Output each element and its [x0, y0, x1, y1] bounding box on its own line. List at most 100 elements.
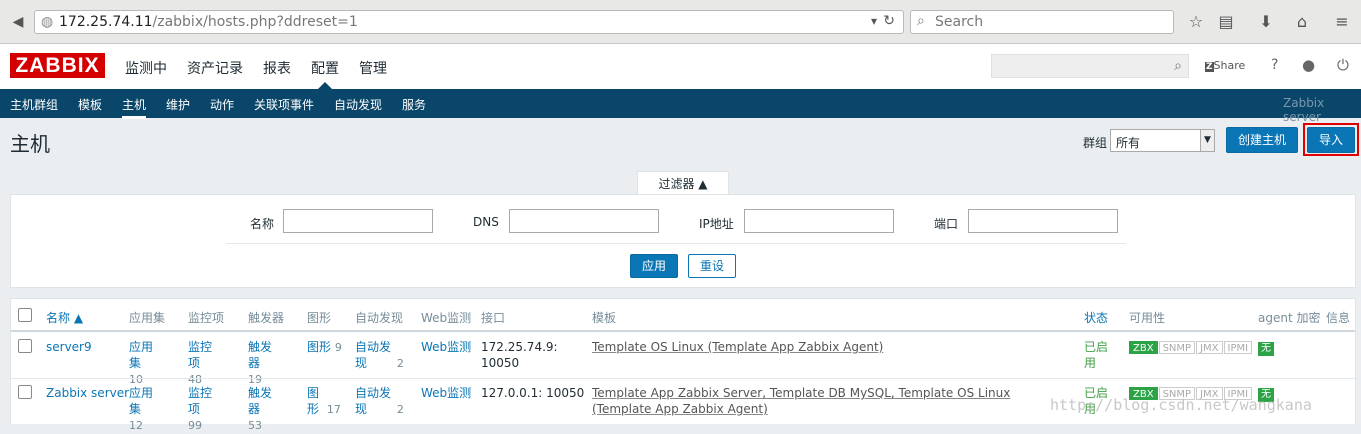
filter-apply-button[interactable]: 应用	[630, 254, 678, 278]
subnav-maintenance[interactable]: 维护	[166, 96, 190, 113]
filter-name-input[interactable]	[283, 209, 433, 233]
graphs-link[interactable]: 图形 17	[307, 385, 347, 418]
row-checkbox[interactable]	[18, 385, 32, 399]
triggers-label: 触发器	[248, 386, 273, 416]
graphs-label: 图形	[307, 386, 320, 416]
header-availability: 可用性	[1129, 311, 1166, 325]
filter-tab[interactable]: 过滤器 ▲	[637, 171, 729, 195]
subnav-correlation[interactable]: 关联项事件	[254, 96, 314, 113]
filter-port-input[interactable]	[968, 209, 1118, 233]
menu-inventory[interactable]: 资产记录	[187, 58, 243, 78]
search-input[interactable]: ⌕ Search	[910, 10, 1174, 34]
menu-monitoring[interactable]: 监测中	[125, 58, 167, 78]
discovery-label: 自动发现	[355, 340, 392, 370]
reading-list-icon[interactable]: ▤	[1216, 12, 1236, 32]
triggers-label: 触发器	[248, 340, 273, 370]
interface-value: 172.25.74.9: 10050	[481, 340, 558, 370]
header-status[interactable]: 状态	[1084, 309, 1108, 326]
subnav-discovery[interactable]: 自动发现	[334, 96, 382, 113]
discovery-link[interactable]: 自动发现 2	[355, 339, 405, 372]
templates-list[interactable]: Template App Zabbix Server, Template DB …	[592, 385, 1062, 417]
help-icon[interactable]: ?	[1271, 57, 1278, 73]
group-select[interactable]: 所有 ▼	[1110, 129, 1215, 152]
download-icon[interactable]: ⬇	[1256, 12, 1276, 32]
search-icon: ⌕	[917, 13, 925, 29]
active-menu-indicator	[318, 82, 332, 89]
header-graphs: 图形	[307, 311, 332, 325]
applications-count: 12	[129, 419, 143, 432]
encryption-badge: 无	[1258, 339, 1274, 356]
host-name-link[interactable]: Zabbix server	[46, 385, 129, 401]
subnav-services[interactable]: 服务	[402, 96, 426, 113]
sub-navigation: 主机群组 模板 主机 维护 动作 关联项事件 自动发现 服务 Zabbix se…	[0, 89, 1361, 124]
filter-reset-button[interactable]: 重设	[688, 254, 736, 278]
row-checkbox[interactable]	[18, 339, 32, 353]
discovery-link[interactable]: 自动发现 2	[355, 385, 405, 418]
share-label: Share	[1213, 59, 1246, 72]
menu-administration[interactable]: 管理	[359, 58, 387, 78]
filter-port-label: 端口	[934, 217, 959, 231]
host-name-link[interactable]: server9	[46, 339, 92, 355]
discovery-count: 2	[396, 403, 404, 416]
chevron-down-icon[interactable]: ▼	[1200, 130, 1214, 151]
zbx-tag: ZBX	[1129, 341, 1158, 354]
globe-icon: ◍	[41, 14, 54, 30]
share-link[interactable]: ZShare	[1205, 59, 1245, 72]
filter-panel: 名称 DNS IP地址 端口 应用 重设	[10, 194, 1356, 288]
items-link[interactable]: 监控项 99	[188, 385, 228, 434]
reload-icon[interactable]: ↻	[883, 13, 895, 29]
user-icon[interactable]: ●	[1302, 56, 1315, 74]
status-link[interactable]: 已启用	[1084, 339, 1112, 371]
header-name[interactable]: 名称 ▲	[46, 309, 83, 326]
logout-icon[interactable]: ⏻	[1337, 56, 1349, 74]
select-all-checkbox[interactable]	[18, 308, 32, 322]
subnav-hosts[interactable]: 主机	[122, 96, 147, 119]
dropdown-icon[interactable]: ▾	[871, 14, 877, 28]
create-host-button[interactable]: 创建主机	[1226, 127, 1298, 153]
applications-link[interactable]: 应用集 12	[129, 385, 169, 434]
items-link[interactable]: 监控项 48	[188, 339, 228, 388]
menu-reports[interactable]: 报表	[263, 58, 291, 78]
bookmark-star-icon[interactable]: ☆	[1186, 12, 1206, 32]
subnav-actions[interactable]: 动作	[210, 96, 234, 113]
web-link[interactable]: Web监测	[421, 385, 471, 401]
menu-icon[interactable]: ≡	[1332, 12, 1352, 32]
subnav-templates[interactable]: 模板	[78, 96, 102, 113]
share-icon: Z	[1205, 62, 1214, 72]
interface-value: 127.0.0.1: 10050	[481, 386, 585, 400]
import-button[interactable]: 导入	[1307, 127, 1355, 153]
home-icon[interactable]: ⌂	[1292, 12, 1312, 32]
menu-configuration[interactable]: 配置	[311, 58, 339, 78]
triggers-count: 53	[248, 419, 262, 432]
server-name: Zabbix server	[1283, 96, 1325, 124]
templates-list[interactable]: Template OS Linux (Template App Zabbix A…	[592, 339, 1062, 355]
search-icon[interactable]: ⌕	[1174, 58, 1182, 74]
filter-divider	[226, 243, 1126, 244]
header-search-input[interactable]: ⌕	[991, 54, 1189, 78]
filter-dns-label: DNS	[473, 215, 499, 229]
items-label: 监控项	[188, 340, 213, 370]
discovery-count: 2	[396, 357, 404, 370]
snmp-tag: SNMP	[1158, 341, 1196, 354]
header-divider	[11, 330, 1355, 332]
url-bar[interactable]: ◍ 172.25.74.11/zabbix/hosts.php?ddreset=…	[34, 10, 904, 34]
search-placeholder: Search	[935, 14, 984, 30]
graphs-count: 17	[326, 403, 341, 416]
graphs-count: 9	[334, 341, 342, 354]
zabbix-logo[interactable]: ZABBIX	[10, 53, 105, 78]
jmx-tag: JMX	[1196, 341, 1223, 354]
subnav-host-groups[interactable]: 主机群组	[10, 96, 58, 113]
triggers-link[interactable]: 触发器 19	[248, 339, 288, 388]
back-icon[interactable]: ◀	[8, 12, 28, 32]
graphs-link[interactable]: 图形 9	[307, 339, 342, 356]
discovery-label: 自动发现	[355, 386, 392, 416]
applications-link[interactable]: 应用集 10	[129, 339, 169, 388]
group-label: 群组	[1083, 136, 1108, 150]
header-discovery: 自动发现	[355, 311, 404, 325]
triggers-link[interactable]: 触发器 53	[248, 385, 288, 434]
filter-ip-label: IP地址	[699, 217, 734, 231]
filter-dns-input[interactable]	[509, 209, 659, 233]
filter-ip-input[interactable]	[744, 209, 894, 233]
web-link[interactable]: Web监测	[421, 339, 471, 355]
url-path: /zabbix/hosts.php?ddreset=1	[152, 14, 358, 30]
